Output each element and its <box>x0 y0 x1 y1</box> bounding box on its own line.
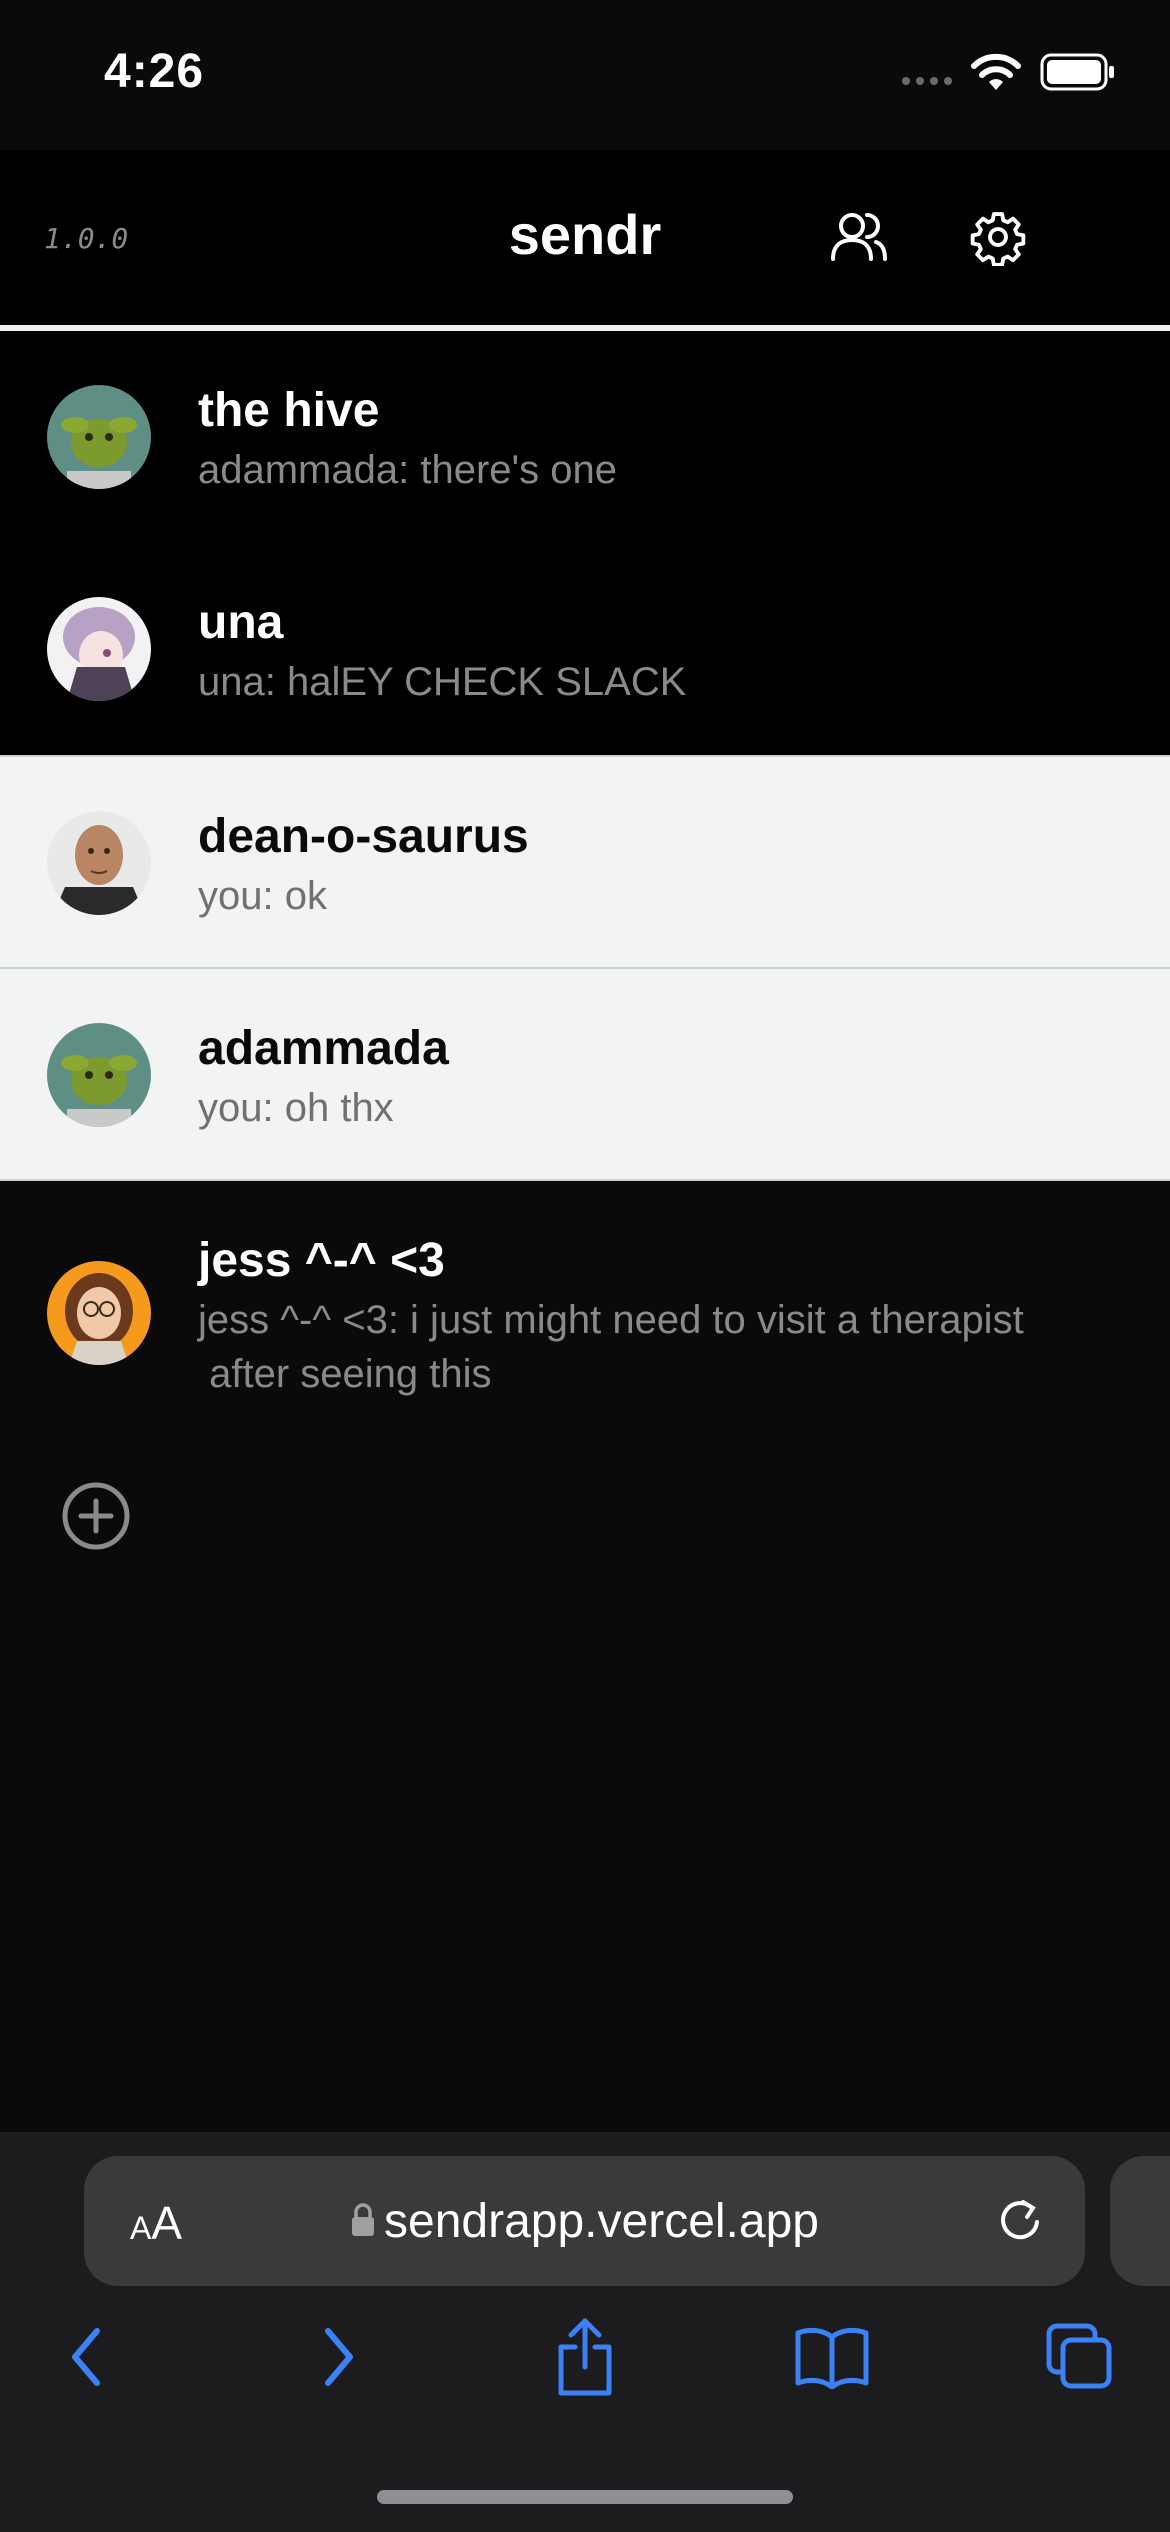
chat-name: dean-o-saurus <box>198 810 529 863</box>
url-text: sendrapp.vercel.app <box>384 2195 819 2248</box>
status-icons <box>902 52 1116 92</box>
chat-preview: una: halEY CHECK SLACK <box>198 660 687 704</box>
address-bar[interactable]: AA sendrapp.vercel.app <box>84 2156 1085 2286</box>
chat-name: adammada <box>198 1022 449 1075</box>
battery-icon <box>1040 53 1114 91</box>
reload-icon <box>1001 2200 1039 2240</box>
book-icon <box>795 2327 869 2389</box>
chat-preview: adammada: there's one <box>198 448 618 492</box>
chevron-right-icon <box>325 2328 353 2386</box>
chat-preview: you: oh thx <box>198 1086 394 1130</box>
url-display[interactable]: sendrapp.vercel.app <box>84 2194 1085 2249</box>
plus-circle-icon <box>62 1482 130 1550</box>
bald-man-avatar <box>47 811 151 915</box>
chat-item-adammada[interactable]: adammada you: oh thx <box>0 967 1170 1179</box>
chat-avatar <box>47 1023 151 1127</box>
add-chat-button[interactable] <box>60 1480 132 1552</box>
next-tab-pill[interactable] <box>1110 2156 1170 2286</box>
friends-icon <box>831 213 887 261</box>
chat-preview: jess ^-^ <3: i just might need to visit … <box>198 1298 1024 1396</box>
chat-avatar <box>47 1261 151 1365</box>
cellular-signal-icon <box>902 55 952 89</box>
reload-button[interactable] <box>995 2196 1045 2251</box>
lock-icon <box>352 2203 375 2237</box>
chat-avatar <box>47 385 151 489</box>
chevron-left-icon <box>72 2328 100 2386</box>
goblin-avatar <box>47 385 151 489</box>
chat-item-dean-o-saurus[interactable]: dean-o-saurus you: ok <box>0 755 1170 967</box>
wifi-icon <box>971 53 1021 90</box>
tabs-button[interactable] <box>1040 2317 1120 2397</box>
chat-avatar <box>47 597 151 701</box>
friends-button[interactable] <box>826 204 892 270</box>
home-indicator <box>377 2490 793 2504</box>
share-icon <box>558 2318 612 2396</box>
forward-button[interactable] <box>298 2317 378 2397</box>
cartoon-girl-avatar <box>47 1261 151 1365</box>
chat-preview: you: ok <box>198 874 327 918</box>
settings-button[interactable] <box>965 204 1031 270</box>
chat-avatar <box>47 811 151 915</box>
chat-item-the-hive[interactable]: the hive adammada: there's one <box>0 331 1170 543</box>
share-button[interactable] <box>545 2317 625 2397</box>
settings-icon <box>970 212 1026 266</box>
chat-name: jess ^-^ <3 <box>198 1234 445 1287</box>
chat-name: the hive <box>198 384 380 437</box>
back-button[interactable] <box>47 2317 127 2397</box>
chat-item-jess[interactable]: jess ^-^ <3 jess ^-^ <3: i just might ne… <box>0 1179 1170 1469</box>
browser-toolbar: AA sendrapp.vercel.app <box>0 2132 1170 2532</box>
chat-list: the hive adammada: there's one una una: … <box>0 331 1170 1469</box>
goblin-avatar <box>47 1023 151 1127</box>
status-bar: 4:26 <box>0 0 1170 150</box>
chat-name: una <box>198 596 284 649</box>
chat-item-una[interactable]: una una: halEY CHECK SLACK <box>0 543 1170 755</box>
anime-girl-avatar <box>47 597 151 701</box>
app-header: 1.0.0 sendr <box>0 150 1170 326</box>
status-time: 4:26 <box>104 45 205 98</box>
tabs-icon <box>1046 2323 1112 2389</box>
bookmarks-button[interactable] <box>792 2317 872 2397</box>
